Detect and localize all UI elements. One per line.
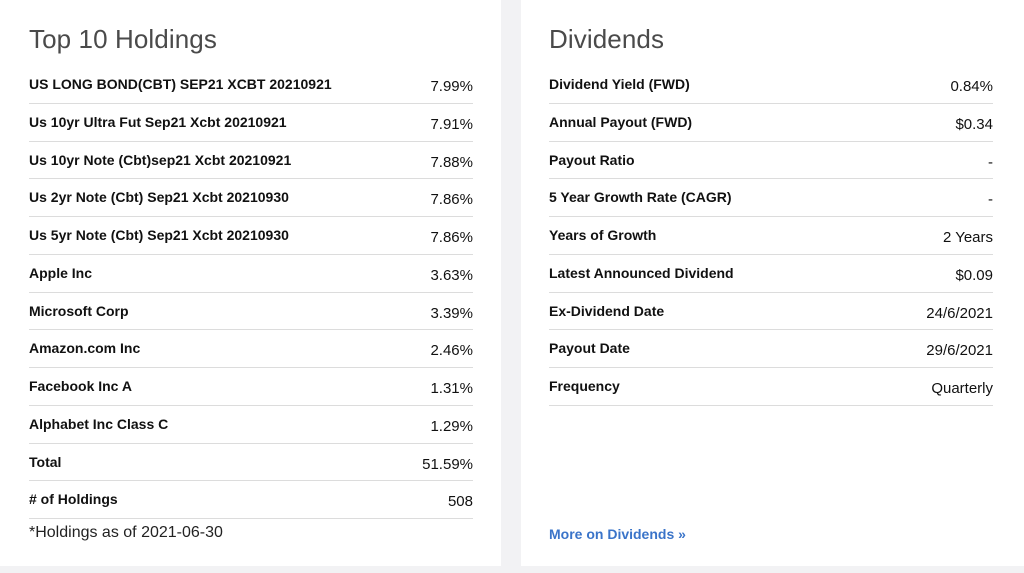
dividend-value: Quarterly	[931, 380, 993, 397]
holding-row-6: Apple Inc 3.63%	[29, 255, 473, 293]
dividend-row-payout-ratio: Payout Ratio -	[549, 142, 993, 180]
dividend-label: Years of Growth	[549, 227, 657, 243]
holding-name: Apple Inc	[29, 264, 93, 281]
dividend-value: 0.84%	[950, 78, 993, 95]
dividends-card: Dividends Dividend Yield (FWD) 0.84% Ann…	[521, 0, 1024, 566]
dividend-row-annual-payout: Annual Payout (FWD) $0.34	[549, 104, 993, 142]
dividend-row-payout-date: Payout Date 29/6/2021	[549, 330, 993, 368]
holding-row-2: Us 10yr Ultra Fut Sep21 Xcbt 20210921 7.…	[29, 104, 473, 142]
holding-weight: 7.99%	[430, 78, 473, 95]
holding-row-1: US LONG BOND(CBT) SEP21 XCBT 20210921 7.…	[29, 66, 473, 104]
dividend-value: 29/6/2021	[926, 342, 993, 360]
dividend-label: Frequency	[549, 378, 620, 394]
dividend-label: Dividend Yield (FWD)	[549, 76, 690, 92]
dividend-value: $0.09	[955, 266, 993, 284]
holding-name: Us 10yr Ultra Fut Sep21 Xcbt 20210921	[29, 113, 287, 130]
holding-name: Alphabet Inc Class C	[29, 415, 169, 432]
holdings-count-label: # of Holdings	[29, 491, 118, 508]
holdings-table: US LONG BOND(CBT) SEP21 XCBT 20210921 7.…	[29, 66, 473, 519]
holding-weight: 3.39%	[430, 304, 473, 322]
total-label: Total	[29, 453, 62, 470]
holding-weight: 7.86%	[430, 191, 473, 209]
dividend-row-growth-rate: 5 Year Growth Rate (CAGR) -	[549, 179, 993, 217]
holding-row-8: Amazon.com Inc 2.46%	[29, 330, 473, 368]
dividend-label: Ex-Dividend Date	[549, 302, 665, 319]
holding-row-5: Us 5yr Note (Cbt) Sep21 Xcbt 20210930 7.…	[29, 217, 473, 255]
holding-weight: 7.88%	[430, 153, 473, 171]
dividend-value: 24/6/2021	[926, 304, 993, 322]
dividend-row-latest-announced: Latest Announced Dividend $0.09	[549, 255, 993, 293]
dividend-value: -	[988, 191, 993, 209]
dividend-label: Payout Date	[549, 340, 630, 357]
dividend-label: Latest Announced Dividend	[549, 264, 734, 281]
dividend-value: 2 Years	[942, 229, 993, 246]
holding-name: Us 5yr Note (Cbt) Sep21 Xcbt 20210930	[29, 227, 289, 243]
holdings-title: Top 10 Holdings	[29, 24, 217, 54]
more-on-dividends-link[interactable]: More on Dividends »	[549, 526, 686, 542]
dividend-row-yield: Dividend Yield (FWD) 0.84%	[549, 66, 993, 104]
holding-name: US LONG BOND(CBT) SEP21 XCBT 20210921	[29, 76, 332, 92]
dividend-row-frequency: Frequency Quarterly	[549, 368, 993, 406]
holding-name: Us 10yr Note (Cbt)sep21 Xcbt 20210921	[29, 151, 292, 168]
holding-weight: 1.31%	[430, 380, 473, 397]
holding-row-9: Facebook Inc A 1.31%	[29, 368, 473, 406]
holding-weight: 7.91%	[430, 115, 473, 133]
holding-row-4: Us 2yr Note (Cbt) Sep21 Xcbt 20210930 7.…	[29, 179, 473, 217]
dividend-row-ex-dividend-date: Ex-Dividend Date 24/6/2021	[549, 293, 993, 331]
dividend-value: -	[988, 153, 993, 171]
holdings-count-value: 508	[447, 493, 473, 511]
total-value: 51.59%	[422, 455, 473, 473]
holdings-total-row: Total 51.59%	[29, 444, 473, 482]
holding-weight: 2.46%	[430, 342, 473, 360]
holding-name: Microsoft Corp	[29, 302, 129, 319]
top-holdings-card: Top 10 Holdings US LONG BOND(CBT) SEP21 …	[0, 0, 501, 566]
holding-row-7: Microsoft Corp 3.39%	[29, 293, 473, 331]
holdings-count-row: # of Holdings 508	[29, 481, 473, 519]
holding-weight: 3.63%	[430, 266, 473, 284]
holding-weight: 1.29%	[430, 417, 473, 435]
dividend-label: Annual Payout (FWD)	[549, 113, 693, 130]
holding-weight: 7.86%	[430, 229, 473, 246]
holdings-footnote: *Holdings as of 2021-06-30	[29, 524, 223, 541]
holding-name: Facebook Inc A	[29, 378, 132, 394]
dividend-label: Payout Ratio	[549, 151, 635, 168]
holding-name: Amazon.com Inc	[29, 340, 141, 357]
dividend-label: 5 Year Growth Rate (CAGR)	[549, 189, 732, 206]
holding-row-3: Us 10yr Note (Cbt)sep21 Xcbt 20210921 7.…	[29, 142, 473, 180]
holding-row-10: Alphabet Inc Class C 1.29%	[29, 406, 473, 444]
dividends-title: Dividends	[549, 24, 665, 54]
dividend-row-years-of-growth: Years of Growth 2 Years	[549, 217, 993, 255]
dividends-table: Dividend Yield (FWD) 0.84% Annual Payout…	[549, 66, 993, 406]
holding-name: Us 2yr Note (Cbt) Sep21 Xcbt 20210930	[29, 189, 289, 206]
dividend-value: $0.34	[955, 115, 993, 133]
